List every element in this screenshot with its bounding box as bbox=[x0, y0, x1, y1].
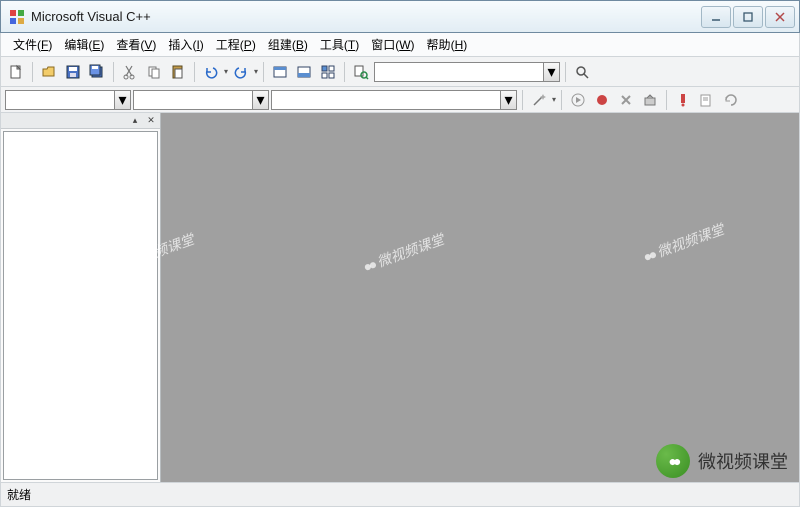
wechat-icon bbox=[656, 444, 690, 478]
app-title: Microsoft Visual C++ bbox=[31, 9, 701, 24]
output-button[interactable] bbox=[293, 61, 315, 83]
menu-insert[interactable]: 插入(I) bbox=[162, 34, 209, 55]
chevron-down-icon[interactable]: ▾ bbox=[253, 90, 269, 110]
menu-view[interactable]: 查看(V) bbox=[110, 34, 162, 55]
close-button[interactable] bbox=[765, 6, 795, 28]
find-button[interactable] bbox=[571, 61, 593, 83]
compile-button[interactable] bbox=[696, 89, 718, 111]
build-button[interactable] bbox=[639, 89, 661, 111]
title-bar: Microsoft Visual C++ bbox=[0, 0, 800, 33]
window-list-button[interactable] bbox=[317, 61, 339, 83]
rebuild-button[interactable] bbox=[720, 89, 742, 111]
sidebar-tree[interactable] bbox=[3, 131, 158, 480]
toolbar-separator bbox=[113, 62, 114, 82]
sidebar-header: ▴ ✕ bbox=[1, 113, 160, 129]
brand-overlay: 微视频课堂 bbox=[656, 444, 788, 478]
chevron-down-icon[interactable]: ▾ bbox=[501, 90, 517, 110]
find-input[interactable] bbox=[374, 62, 544, 82]
find-in-files-button[interactable] bbox=[350, 61, 372, 83]
status-text: 就绪 bbox=[7, 486, 31, 503]
status-bar: 就绪 bbox=[0, 483, 800, 507]
toolbar-separator bbox=[32, 62, 33, 82]
breakpoint-button[interactable] bbox=[591, 89, 613, 111]
editor-area: 微视频课堂 微视频课堂 微视频课堂 bbox=[161, 113, 799, 482]
undo-button[interactable] bbox=[200, 61, 222, 83]
menu-project[interactable]: 工程(P) bbox=[210, 34, 262, 55]
menu-edit[interactable]: 编辑(E) bbox=[58, 34, 110, 55]
toolbar-separator bbox=[522, 90, 523, 110]
debug-go-button[interactable] bbox=[567, 89, 589, 111]
workspace: ▴ ✕ 微视频课堂 微视频课堂 微视频课堂 bbox=[0, 113, 800, 483]
window-controls bbox=[701, 6, 795, 28]
save-button[interactable] bbox=[62, 61, 84, 83]
save-all-button[interactable] bbox=[86, 61, 108, 83]
cut-button[interactable] bbox=[119, 61, 141, 83]
toolbar-separator bbox=[263, 62, 264, 82]
sidebar-close-icon[interactable]: ✕ bbox=[144, 115, 158, 127]
menu-tools[interactable]: 工具(T) bbox=[314, 34, 365, 55]
toolbar-separator bbox=[561, 90, 562, 110]
class-combo-input[interactable] bbox=[5, 90, 115, 110]
stop-debug-button[interactable] bbox=[615, 89, 637, 111]
chevron-down-icon[interactable]: ▾ bbox=[544, 62, 560, 82]
paste-button[interactable] bbox=[167, 61, 189, 83]
menu-build[interactable]: 组建(B) bbox=[262, 34, 314, 55]
function-combo-input[interactable] bbox=[271, 90, 501, 110]
redo-button[interactable] bbox=[230, 61, 252, 83]
menu-file[interactable]: 文件(F) bbox=[7, 34, 58, 55]
toolbar-separator bbox=[344, 62, 345, 82]
sidebar-pin-icon[interactable]: ▴ bbox=[128, 115, 142, 127]
standard-toolbar: ▾ ▾ ▾ bbox=[0, 57, 800, 87]
execute-button[interactable] bbox=[672, 89, 694, 111]
wand-button[interactable] bbox=[528, 89, 550, 111]
toolbar-separator bbox=[666, 90, 667, 110]
redo-dropdown-icon[interactable]: ▾ bbox=[254, 67, 258, 76]
menu-help[interactable]: 帮助(H) bbox=[421, 34, 474, 55]
chevron-down-icon[interactable]: ▾ bbox=[115, 90, 131, 110]
toolbar-separator bbox=[565, 62, 566, 82]
menu-window[interactable]: 窗口(W) bbox=[365, 34, 420, 55]
find-combo[interactable]: ▾ bbox=[374, 62, 560, 82]
wizard-toolbar: ▾ ▾ ▾ ▾ bbox=[0, 87, 800, 113]
wand-dropdown-icon[interactable]: ▾ bbox=[552, 95, 556, 104]
member-combo-input[interactable] bbox=[133, 90, 253, 110]
app-icon bbox=[9, 9, 25, 25]
brand-text: 微视频课堂 bbox=[698, 448, 788, 474]
watermark: 微视频课堂 bbox=[640, 219, 727, 267]
class-combo[interactable]: ▾ bbox=[5, 90, 131, 110]
open-button[interactable] bbox=[38, 61, 60, 83]
watermark: 微视频课堂 bbox=[360, 229, 447, 277]
member-combo[interactable]: ▾ bbox=[133, 90, 269, 110]
menu-bar: 文件(F) 编辑(E) 查看(V) 插入(I) 工程(P) 组建(B) 工具(T… bbox=[0, 33, 800, 57]
new-button[interactable] bbox=[5, 61, 27, 83]
minimize-button[interactable] bbox=[701, 6, 731, 28]
workspace-button[interactable] bbox=[269, 61, 291, 83]
function-combo[interactable]: ▾ bbox=[271, 90, 517, 110]
copy-button[interactable] bbox=[143, 61, 165, 83]
workspace-sidebar: ▴ ✕ bbox=[1, 113, 161, 482]
maximize-button[interactable] bbox=[733, 6, 763, 28]
toolbar-separator bbox=[194, 62, 195, 82]
undo-dropdown-icon[interactable]: ▾ bbox=[224, 67, 228, 76]
